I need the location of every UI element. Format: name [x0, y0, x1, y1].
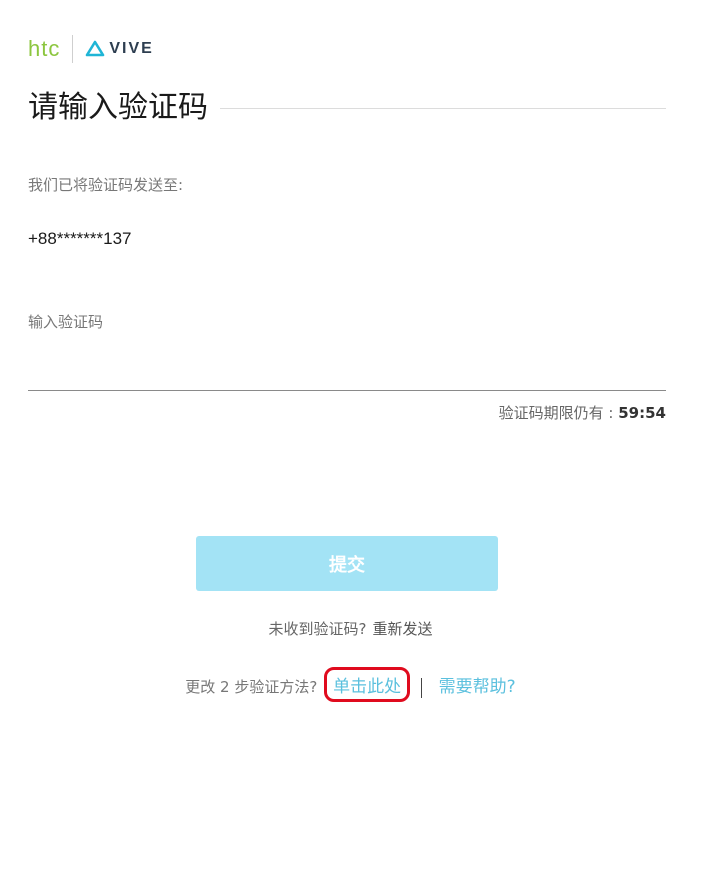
- logo-divider: [72, 35, 74, 63]
- title-divider: [220, 107, 666, 109]
- page-title: 请输入验证码: [28, 90, 208, 125]
- verification-page: htc VIVE 请输入验证码 我们已将验证码发送至: +88*******13…: [0, 0, 701, 879]
- sent-to-label: 我们已将验证码发送至:: [28, 176, 184, 194]
- resend-link[interactable]: 重新发送: [372, 620, 432, 638]
- masked-phone-number: +88*******137: [28, 229, 132, 248]
- htc-logo: htc: [28, 36, 61, 61]
- vive-triangle-icon: [86, 40, 105, 57]
- verification-code-input[interactable]: [28, 313, 666, 331]
- vive-logo: VIVE: [85, 40, 153, 58]
- link-separator: [420, 677, 422, 698]
- expiry-countdown: 验证码期限仍有 : 59:54: [499, 402, 666, 423]
- need-help-link[interactable]: 需要帮助?: [439, 677, 516, 697]
- resend-row: 未收到验证码? 重新发送: [0, 618, 701, 639]
- logo-row: htc VIVE: [28, 34, 154, 64]
- vive-logo-text: VIVE: [109, 40, 154, 57]
- click-here-link[interactable]: 单击此处: [324, 667, 411, 702]
- change-method-question: 更改 2 步验证方法?: [185, 678, 318, 696]
- submit-button[interactable]: 提交: [196, 536, 498, 591]
- method-row: 更改 2 步验证方法? 单击此处 需要帮助?: [0, 667, 701, 702]
- title-row: 请输入验证码: [28, 86, 666, 130]
- code-field: [28, 312, 666, 391]
- resend-question: 未收到验证码?: [268, 620, 367, 638]
- expiry-time: 59:54: [618, 404, 666, 422]
- expiry-label: 验证码期限仍有 :: [498, 404, 619, 422]
